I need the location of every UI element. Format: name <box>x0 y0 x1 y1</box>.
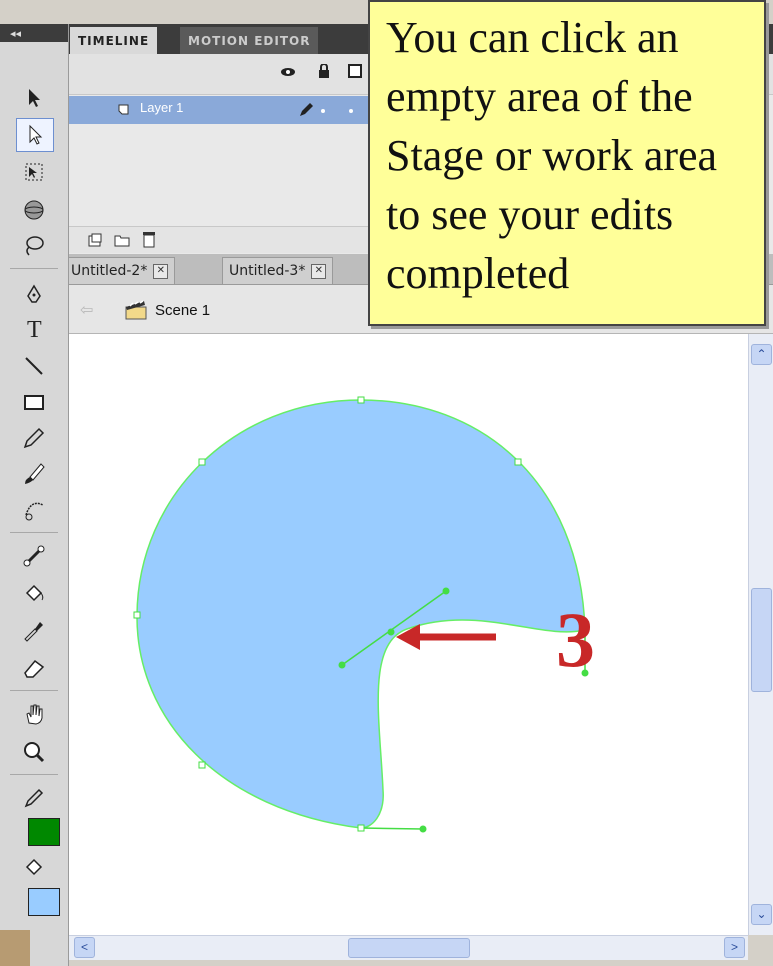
toolbar-divider <box>10 690 58 691</box>
tab-motion-editor[interactable]: MOTION EDITOR <box>180 27 319 54</box>
svg-text:T: T <box>27 317 42 341</box>
paint-bucket-tool-icon[interactable] <box>16 578 52 610</box>
visible-dot-icon <box>321 109 325 113</box>
text-tool-icon[interactable]: T <box>16 312 52 344</box>
fill-color-swatch[interactable] <box>28 888 60 916</box>
callout-text: You can click an empty area of the Stage… <box>386 13 718 298</box>
hand-tool-icon[interactable] <box>16 698 52 730</box>
scroll-left-button[interactable]: < <box>74 937 95 958</box>
scene-label[interactable]: Scene 1 <box>155 302 210 319</box>
free-transform-tool-icon[interactable] <box>16 156 52 188</box>
tab-timeline[interactable]: TIMELINE <box>70 27 158 54</box>
eye-icon[interactable] <box>280 66 296 78</box>
outline-icon[interactable] <box>348 64 362 78</box>
timeline-footer <box>68 226 373 253</box>
close-icon[interactable]: ✕ <box>311 263 327 279</box>
clapperboard-icon <box>125 300 147 320</box>
stroke-color-pencil-icon[interactable] <box>16 782 52 814</box>
lasso-tool-icon[interactable] <box>16 230 52 262</box>
pencil-edit-icon <box>300 103 313 116</box>
pencil-tool-icon[interactable] <box>16 422 52 454</box>
deco-tool-icon[interactable] <box>16 494 52 526</box>
bone-tool-icon[interactable] <box>16 540 52 572</box>
horizontal-scroll-thumb[interactable] <box>348 938 470 958</box>
vertical-scroll-thumb[interactable] <box>751 588 772 692</box>
fill-color-bucket-icon[interactable] <box>16 852 52 884</box>
3d-rotation-tool-icon[interactable] <box>16 194 52 226</box>
brush-tool-icon[interactable] <box>16 458 52 490</box>
layer-name[interactable]: Layer 1 <box>140 100 183 115</box>
layer-icon <box>118 104 129 115</box>
toolbar-divider <box>10 774 58 775</box>
toolbar-divider <box>10 532 58 533</box>
lock-dot-icon <box>349 109 353 113</box>
slide-background-tab <box>0 930 30 966</box>
collapse-icon[interactable]: ◂◂ <box>10 27 21 40</box>
line-tool-icon[interactable] <box>16 350 52 382</box>
scroll-up-button[interactable]: ⌃ <box>751 344 772 365</box>
stage[interactable] <box>68 334 748 935</box>
new-folder-icon[interactable] <box>114 233 130 247</box>
eraser-tool-icon[interactable] <box>16 652 52 684</box>
document-tab-untitled-2[interactable]: Untitled-2* ✕ <box>64 257 176 284</box>
scroll-down-button[interactable]: ⌄ <box>751 904 772 925</box>
step-number: 3 <box>556 596 595 683</box>
arrow-left-icon[interactable]: ⇦ <box>80 300 93 320</box>
document-tab-untitled-3[interactable]: Untitled-3* ✕ <box>222 257 334 284</box>
close-icon[interactable]: ✕ <box>153 263 169 279</box>
trash-icon[interactable] <box>142 230 156 248</box>
toolbar-divider <box>10 268 58 269</box>
rectangle-tool-icon[interactable] <box>16 386 52 418</box>
lock-icon[interactable] <box>318 64 330 78</box>
pen-tool-icon[interactable] <box>16 280 52 312</box>
new-layer-icon[interactable] <box>88 233 102 247</box>
document-tab-label: Untitled-3* <box>229 263 306 279</box>
document-tab-label: Untitled-2* <box>71 263 148 279</box>
zoom-tool-icon[interactable] <box>16 736 52 768</box>
scroll-right-button[interactable]: > <box>724 937 745 958</box>
selection-tool-icon[interactable] <box>16 82 52 114</box>
stroke-color-swatch[interactable] <box>28 818 60 846</box>
eyedropper-tool-icon[interactable] <box>16 614 52 646</box>
subselection-tool-icon[interactable] <box>16 118 54 152</box>
